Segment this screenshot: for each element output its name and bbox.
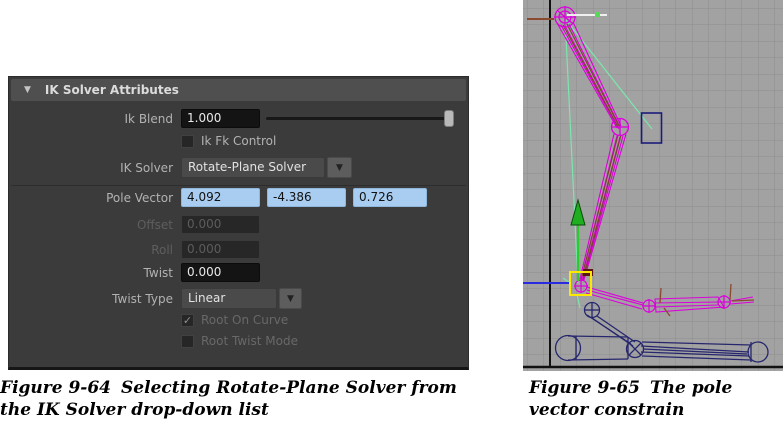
- ik-blend-slider-handle[interactable]: [444, 110, 454, 127]
- row-pole-vector: Pole Vector 4.092 -4.386 0.726: [9, 188, 434, 207]
- row-ik-fk-control: Ik Fk Control: [9, 134, 276, 148]
- row-twist-type: Twist Type Linear ▼: [9, 288, 302, 309]
- ik-blend-slider[interactable]: [266, 117, 454, 120]
- root-twist-mode-label: Root Twist Mode: [201, 334, 298, 348]
- offset-field: 0.000: [181, 215, 260, 234]
- row-ik-solver: IK Solver Rotate-Plane Solver ▼: [9, 157, 352, 178]
- row-twist: Twist 0.000: [9, 263, 260, 282]
- viewport-grid: [523, 0, 783, 371]
- pole-vector-label: Pole Vector: [9, 191, 181, 205]
- ik-fk-control-checkbox[interactable]: [181, 135, 194, 148]
- twist-field[interactable]: 0.000: [181, 263, 260, 282]
- elbow-joint: [611, 118, 629, 136]
- twist-label: Twist: [9, 266, 181, 280]
- figure-number: Figure 9-64: [0, 378, 111, 398]
- row-root-on-curve: ✓ Root On Curve: [9, 313, 288, 327]
- ik-solver-dropdown[interactable]: Rotate-Plane Solver: [181, 157, 325, 178]
- figure-number: Figure 9-65: [529, 378, 640, 398]
- row-roll: Roll 0.000: [9, 240, 260, 259]
- maya-viewport[interactable]: [523, 0, 783, 371]
- roll-label: Roll: [9, 243, 181, 257]
- root-on-curve-checkbox: ✓: [181, 314, 194, 327]
- hip-joint: [584, 302, 600, 318]
- offset-label: Offset: [9, 218, 181, 232]
- twist-type-dropdown-arrow-icon[interactable]: ▼: [279, 288, 302, 309]
- ik-solver-attributes-panel: ▼ IK Solver Attributes Ik Blend 1.000 Ik…: [8, 76, 469, 370]
- ik-blend-field[interactable]: 1.000: [181, 109, 260, 128]
- panel-title: IK Solver Attributes: [45, 83, 179, 97]
- root-on-curve-label: Root On Curve: [201, 313, 288, 327]
- ik-fk-control-label: Ik Fk Control: [201, 134, 276, 148]
- pole-vector-z-field[interactable]: 0.726: [353, 188, 427, 207]
- twist-type-label: Twist Type: [9, 292, 181, 306]
- page: ▼ IK Solver Attributes Ik Blend 1.000 Ik…: [0, 0, 783, 434]
- ik-solver-dropdown-arrow-icon[interactable]: ▼: [327, 157, 352, 178]
- caption-figure-9-65: Figure 9-65The pole vector constrain: [529, 377, 775, 421]
- row-offset: Offset 0.000: [9, 215, 260, 234]
- caption-figure-9-64: Figure 9-64Selecting Rotate-Plane Solver…: [0, 377, 478, 421]
- separator: [11, 185, 466, 186]
- pole-vector-y-field[interactable]: -4.386: [267, 188, 346, 207]
- collapse-triangle-icon[interactable]: ▼: [24, 85, 31, 95]
- row-root-twist-mode: Root Twist Mode: [9, 334, 298, 348]
- twist-type-dropdown[interactable]: Linear: [181, 288, 277, 309]
- ik-solver-label: IK Solver: [9, 161, 181, 175]
- row-ik-blend: Ik Blend 1.000: [9, 109, 464, 128]
- green-dot: [595, 12, 600, 17]
- check-icon: ✓: [183, 315, 192, 326]
- roll-field: 0.000: [181, 240, 260, 259]
- pole-vector-x-field[interactable]: 4.092: [181, 188, 260, 207]
- root-twist-mode-checkbox: [181, 335, 194, 348]
- panel-header-ik-solver-attributes[interactable]: ▼ IK Solver Attributes: [11, 79, 466, 101]
- ik-blend-label: Ik Blend: [9, 112, 181, 126]
